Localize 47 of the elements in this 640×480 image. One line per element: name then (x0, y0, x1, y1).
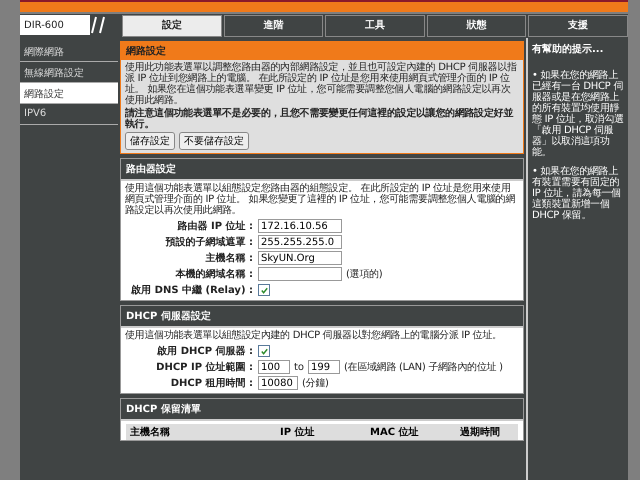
field-label: DHCP 租用時間 : (170, 376, 253, 390)
field-label: DHCP IP 位址範圍 : (155, 360, 253, 374)
range-separator: to (294, 362, 304, 372)
checkbox[interactable] (258, 345, 270, 357)
nav-tab[interactable]: 狀態 (426, 15, 526, 37)
nav-tab[interactable]: 進階 (224, 15, 324, 37)
save-button[interactable]: 不要儲存設定 (179, 132, 249, 150)
nav-tab[interactable]: 支援 (528, 15, 628, 37)
intro-text: 使用此功能表選單以調整您路由器的內部網路設定，並且也可設定內建的 DHCP 伺服器以指派 IP 位址到您網路上的電腦。 在此所設定的 IP 位址是您用來使用網頁式管理介面的 IP 位址。 如果您在這個功能表選單變更 IP 位址，您可能需要調整您個人電腦的網路設定以再次使用此網路。 (125, 62, 518, 106)
sidebar-item[interactable]: 網路設定 (20, 83, 118, 104)
nav-tab[interactable]: 工具 (325, 15, 425, 37)
note-text: 請注意這個功能表選單不是必要的，且您不需要變更任何這裡的設定以讓您的網路設定好並執行。 (125, 108, 514, 130)
input-field[interactable]: 172.16.10.56 (258, 219, 342, 233)
column-header: IP 位址 (280, 426, 316, 439)
help-tip: • 如果在您的網路上有裝置需要有固定的 IP 位址，請為每一個這類裝置新增一個DHCP 保留。 (532, 166, 622, 221)
field-hint: (選項的) (346, 268, 382, 281)
input-field[interactable]: 10080 (258, 376, 298, 390)
nav-tab[interactable]: 設定 (122, 15, 222, 37)
section-title: DHCP 伺服器設定 (121, 306, 523, 328)
column-header: 主機名稱 (130, 425, 171, 439)
input-field[interactable]: SkyUN.Org (258, 251, 342, 265)
section-title: 路由器設定 (121, 159, 523, 181)
input-field[interactable] (258, 267, 342, 281)
section-title: 網路設定 (121, 42, 523, 60)
input-field[interactable]: 100 (258, 360, 290, 374)
field-label: 本機的網域名稱 : (174, 268, 253, 281)
field-label: 預設的子網域遮罩 : (164, 235, 253, 249)
sidebar-item[interactable]: IPV6 (20, 104, 118, 125)
sidebar-item[interactable]: 網際網路 (20, 41, 118, 62)
section-description: 使用這個功能表選單以組態設定您路由器的組態設定。 在此所設定的 IP 位址是您用來使用網頁式管理介面的 IP 位址。 如果您變更了這裡的 IP 位址，您可能需要調整您個人電腦的網路設定以再次使用此網路。 (125, 183, 516, 216)
input-field[interactable]: 255.255.255.0 (258, 235, 342, 249)
field-label: 路由器 IP 位址 : (176, 220, 253, 233)
checkbox[interactable] (258, 284, 270, 296)
save-button[interactable]: 儲存設定 (125, 132, 175, 150)
help-title: 有幫助的提示... (532, 42, 604, 56)
field-label: 啟用 DNS 中繼 (Relay) : (130, 284, 253, 297)
field-label: 啟用 DHCP 伺服器 : (156, 344, 253, 358)
model-name: DIR-600 (24, 20, 65, 30)
column-header: MAC 位址 (370, 426, 420, 439)
section-title: DHCP 保留清單 (121, 399, 523, 421)
input-field[interactable]: 199 (308, 360, 340, 374)
field-hint: (分鐘) (302, 377, 329, 390)
field-hint: (在區域網路 (LAN) 子網路內的位址 ) (344, 360, 503, 374)
column-header: 過期時間 (460, 426, 501, 439)
help-tip: • 如果在您的網路上已經有一台 DHCP 伺服器或是在您網路上的所有裝置均使用靜態 IP 位址，取消勾選「啟用 DHCP 伺服器」以取消這項功能。 (532, 70, 624, 158)
section-description: 使用這個功能表選單以組態設定內建的 DHCP 伺服器以對您網路上的電腦分派 IP 位址。 (125, 330, 503, 341)
field-label: 主機名稱 : (204, 251, 253, 265)
